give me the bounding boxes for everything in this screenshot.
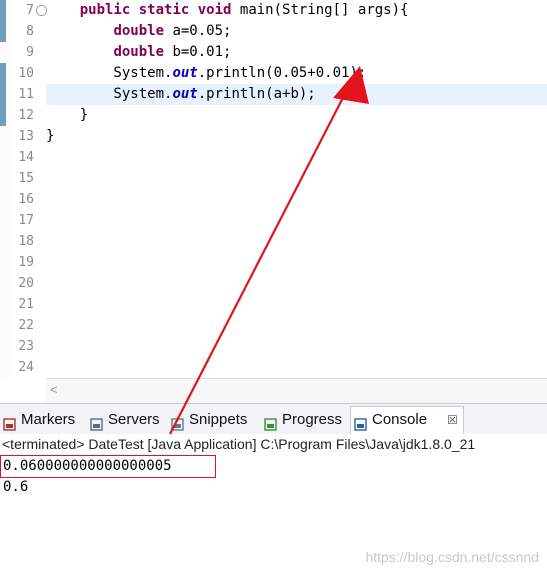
tab-label: Servers: [108, 411, 160, 428]
markers-icon: [3, 414, 16, 431]
line-number: 19: [18, 255, 34, 270]
line-number: 10: [18, 66, 34, 81]
code-token: b=0.01;: [164, 44, 232, 60]
code-line[interactable]: [46, 231, 547, 252]
code-token: }: [46, 128, 55, 144]
line-number: 17: [18, 213, 34, 228]
code-token: .println(0.05+0.01);: [197, 65, 367, 81]
close-icon[interactable]: ☒: [447, 407, 458, 433]
code-line[interactable]: [46, 315, 547, 336]
line-number: 14: [18, 150, 34, 165]
code-keyword: void: [197, 2, 232, 18]
snippets-icon: [171, 414, 184, 431]
line-number: 12: [18, 108, 34, 123]
tab-snippets[interactable]: Snippets: [168, 407, 260, 433]
line-number: 23: [18, 339, 34, 354]
line-number: 15: [18, 171, 34, 186]
tab-label: Snippets: [189, 411, 248, 428]
line-number: 9: [26, 45, 34, 60]
code-line[interactable]: double b=0.01;: [46, 42, 547, 63]
code-token: System.: [46, 65, 173, 81]
code-line[interactable]: [46, 294, 547, 315]
panel-tab-bar: Markers Servers Snippets Progress Console ☒: [0, 403, 547, 436]
console-icon: [354, 414, 367, 431]
code-line[interactable]: [46, 189, 547, 210]
line-number: 11: [18, 87, 34, 102]
tab-progress[interactable]: Progress: [261, 407, 349, 433]
tab-label: Console: [372, 411, 428, 428]
tab-label: Progress: [282, 411, 343, 428]
code-line[interactable]: [46, 357, 547, 378]
code-line[interactable]: [46, 210, 547, 231]
line-number: 16: [18, 192, 34, 207]
tab-markers[interactable]: Markers: [0, 407, 86, 433]
servers-icon: [90, 414, 103, 431]
code-keyword: double: [113, 23, 165, 39]
highlight-box: [0, 455, 216, 478]
code-token: System.: [46, 86, 173, 102]
line-number: 8: [26, 24, 34, 39]
horizontal-scrollbar[interactable]: <: [46, 378, 547, 403]
scroll-left-icon[interactable]: <: [50, 382, 58, 397]
code-keyword: static: [138, 2, 190, 18]
line-number-gutter: 7 8 9 10 11 12 13 14 15 16 17 18 19 20 21 22 23 24: [12, 0, 47, 378]
progress-icon: [264, 414, 277, 431]
line-number: 18: [18, 234, 34, 249]
code-token: .println(a+b);: [197, 86, 316, 102]
tab-label: Markers: [21, 411, 76, 428]
line-number: 21: [18, 297, 34, 312]
code-keyword: public: [79, 2, 131, 18]
code-line[interactable]: }: [46, 105, 547, 126]
change-marker: [0, 0, 6, 42]
code-line[interactable]: [46, 147, 547, 168]
code-line[interactable]: [46, 168, 547, 189]
code-keyword: double: [113, 44, 165, 60]
watermark: https://blog.csdn.net/cssnnd: [365, 549, 539, 565]
change-marker: [0, 63, 6, 126]
code-token: main(String[] args){: [231, 2, 409, 18]
code-line[interactable]: System.out.println(0.05+0.01);: [46, 63, 547, 84]
code-line[interactable]: [46, 336, 547, 357]
line-number: 7: [26, 3, 34, 18]
code-token: a=0.05;: [164, 23, 232, 39]
line-number: 22: [18, 318, 34, 333]
code-line[interactable]: }: [46, 126, 547, 147]
code-line[interactable]: System.out.println(a+b);: [46, 84, 547, 105]
console-status-line: <terminated> DateTest [Java Application]…: [2, 436, 476, 452]
line-number: 24: [18, 360, 34, 375]
code-token: }: [46, 107, 89, 123]
code-line[interactable]: public static void main(String[] args){: [46, 0, 547, 21]
line-number: 20: [18, 276, 34, 291]
code-area[interactable]: public static void main(String[] args){ …: [46, 0, 547, 378]
tab-servers[interactable]: Servers: [87, 407, 167, 433]
code-line[interactable]: [46, 252, 547, 273]
code-line[interactable]: double a=0.05;: [46, 21, 547, 42]
code-field: out: [172, 65, 198, 81]
code-field: out: [172, 86, 198, 102]
overview-ruler: [0, 0, 12, 378]
code-line[interactable]: [46, 273, 547, 294]
line-number: 13: [18, 129, 34, 144]
console-output-line: 0.6: [3, 479, 29, 495]
tab-console[interactable]: Console ☒: [350, 406, 464, 436]
code-editor[interactable]: 7 8 9 10 11 12 13 14 15 16 17 18 19 20 21 22 23 24 public…: [0, 0, 547, 403]
